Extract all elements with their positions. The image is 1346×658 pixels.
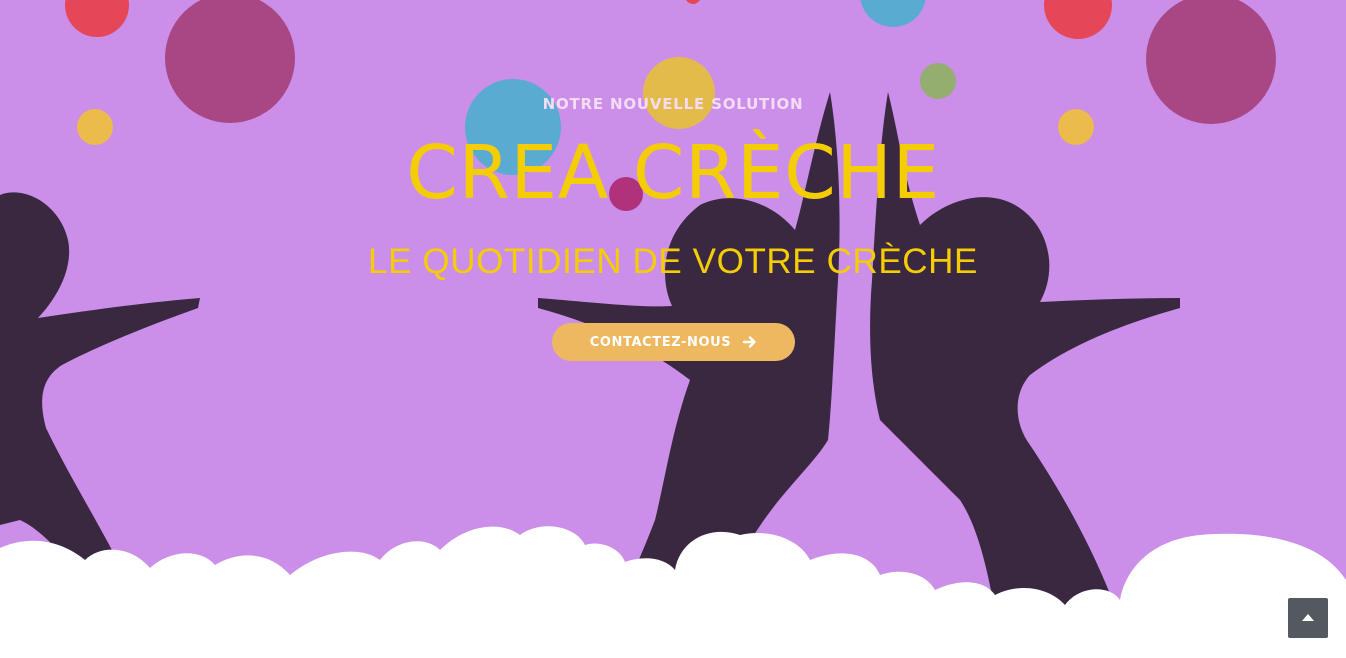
chevron-up-icon (1302, 614, 1314, 621)
hero-kicker: NOTRE NOUVELLE SOLUTION (542, 95, 804, 113)
hero-subtitle: LE QUOTIDIEN DE VOTRE CRÈCHE (368, 242, 978, 281)
scroll-to-top-button[interactable] (1288, 598, 1328, 638)
hero-content: NOTRE NOUVELLE SOLUTION CREA CRÈCHE LE Q… (0, 0, 1346, 658)
contact-us-button[interactable]: CONTACTEZ-NOUS (552, 323, 795, 361)
hero-title: CREA CRÈCHE (406, 130, 940, 216)
contact-us-button-label: CONTACTEZ-NOUS (589, 334, 732, 350)
arrow-right-icon (743, 336, 756, 348)
hero-section: NOTRE NOUVELLE SOLUTION CREA CRÈCHE LE Q… (0, 0, 1346, 658)
